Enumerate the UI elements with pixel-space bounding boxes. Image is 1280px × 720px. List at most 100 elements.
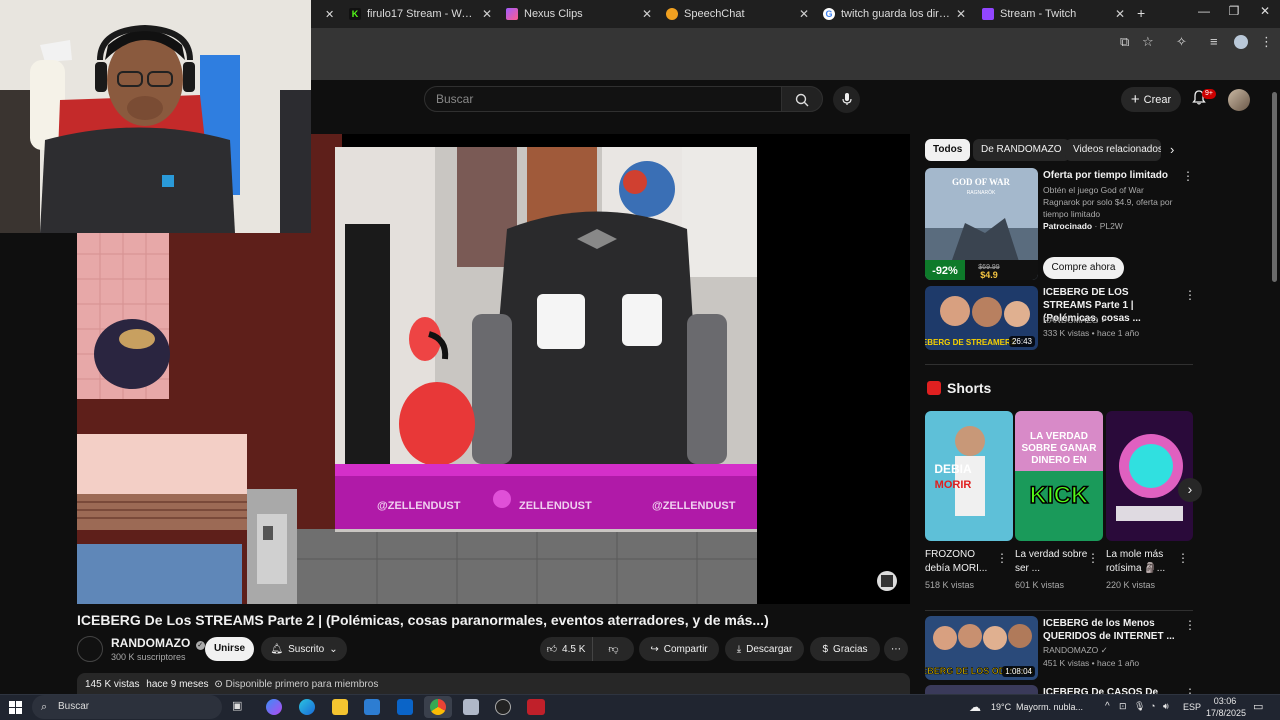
bell-icon: 🔔︎: [270, 643, 284, 655]
dislike-button[interactable]: 👎︎: [592, 637, 634, 661]
ad-sponsor-line: Patrocinado · PL2W: [1043, 221, 1123, 231]
kebab-menu-icon[interactable]: ⋮: [1087, 551, 1099, 565]
webcam-overlay: [0, 0, 311, 233]
new-tab-button[interactable]: +: [1137, 5, 1145, 21]
webcam-feed: [0, 0, 311, 233]
tab-label: Nexus Clips: [524, 8, 583, 20]
browser-tab-twitch[interactable]: Stream - Twitch ✕: [976, 3, 1131, 25]
download-icon: ⤓: [736, 643, 742, 655]
short-thumbnail[interactable]: LA VERDAD SOBRE GANAR DINERO EN KICK: [1015, 411, 1103, 541]
edge-icon[interactable]: [299, 699, 315, 715]
outlook-icon[interactable]: [397, 699, 413, 715]
more-horizontal-icon: ⋯: [891, 643, 901, 655]
browser-tab-speechchat[interactable]: SpeechChat ✕: [660, 3, 815, 25]
clock-time[interactable]: 03:06: [1205, 696, 1245, 706]
close-icon[interactable]: ✕: [482, 7, 492, 21]
related-video-title[interactable]: ICEBERG De CASOS De: [1043, 686, 1178, 694]
minimize-button[interactable]: —: [1189, 4, 1219, 18]
browser-tab-partial[interactable]: ✕: [311, 3, 341, 25]
search-input[interactable]: Buscar: [424, 86, 782, 112]
close-icon[interactable]: ✕: [956, 7, 966, 21]
close-icon[interactable]: ✕: [799, 7, 809, 21]
browser-tab-google-search[interactable]: G twitch guarda los directos - Bu ✕: [817, 3, 972, 25]
related-video-title[interactable]: ICEBERG de los Menos QUERIDOS de INTERNE…: [1043, 617, 1178, 643]
file-explorer-icon[interactable]: [332, 699, 348, 715]
weather-description[interactable]: Mayorm. nubla...: [1016, 702, 1083, 712]
user-avatar[interactable]: [1228, 89, 1250, 111]
close-icon[interactable]: ✕: [642, 7, 652, 21]
shorts-next-button[interactable]: ›: [1178, 478, 1202, 502]
ad-advertiser: PL2W: [1099, 221, 1123, 231]
create-button[interactable]: + Crear: [1121, 87, 1181, 112]
weather-temp[interactable]: 19°C: [991, 702, 1011, 712]
app-icon[interactable]: [463, 699, 479, 715]
more-actions-button[interactable]: ⋯: [884, 637, 908, 661]
chevron-right-icon[interactable]: ›: [1170, 142, 1174, 157]
browser-tab-nexus-clips[interactable]: Nexus Clips ✕: [500, 3, 658, 25]
ad-thumb-sub: RAGNARÖK: [967, 189, 996, 196]
page-scrollbar[interactable]: [1272, 92, 1277, 282]
chip-all[interactable]: Todos: [925, 139, 971, 161]
ad-cta-button[interactable]: Compre ahora: [1043, 257, 1124, 279]
kebab-menu-icon[interactable]: ⋮: [996, 551, 1008, 565]
like-button[interactable]: 👍︎ 4.5 K: [540, 637, 592, 661]
profile-icon[interactable]: [1234, 35, 1248, 49]
volume-icon[interactable]: 🔊︎: [1163, 701, 1169, 712]
short-title[interactable]: La mole más rotísima 🗿...: [1106, 548, 1181, 576]
subscribed-button[interactable]: 🔔︎ Suscrito ⌄: [261, 637, 347, 661]
reading-list-icon[interactable]: ≡: [1210, 34, 1218, 49]
chip-related[interactable]: Videos relacionados: [1065, 139, 1161, 161]
kebab-menu-icon[interactable]: ⋮: [1184, 288, 1196, 302]
related-video-thumbnail[interactable]: ICEBERG DE STREAMERS 26:43: [925, 286, 1038, 350]
taskbar-search-input[interactable]: ⌕ Buscar: [32, 695, 222, 719]
close-window-button[interactable]: ✕: [1250, 4, 1280, 18]
tab-label: SpeechChat: [684, 8, 745, 20]
share-button[interactable]: ↪ Compartir: [639, 637, 719, 661]
ad-thumbnail-art: GOD OF WAR RAGNARÖK -92% $69.99 $4.9: [925, 168, 1038, 280]
cast-icon[interactable]: ⧉: [1120, 34, 1129, 50]
thumbs-down-icon: 👎︎: [608, 644, 619, 655]
extensions-icon[interactable]: ✧: [1176, 34, 1187, 50]
kebab-menu-icon[interactable]: ⋮: [1182, 169, 1194, 183]
streaming-app-icon[interactable]: [527, 699, 545, 715]
chrome-icon[interactable]: [430, 699, 446, 715]
short-thumbnail[interactable]: [1106, 411, 1193, 541]
copilot-icon[interactable]: [266, 699, 282, 715]
browser-tab-kick[interactable]: K firulo17 Stream - Watch Live o ✕: [343, 3, 498, 25]
restore-button[interactable]: ❐: [1219, 4, 1249, 18]
kebab-menu-icon[interactable]: ⋮: [1184, 686, 1196, 694]
network-icon[interactable]: ⊡: [1119, 701, 1127, 712]
windows-start-icon[interactable]: [9, 701, 22, 714]
ad-title[interactable]: Oferta por tiempo limitado: [1043, 169, 1178, 182]
channel-name-text: RANDOMAZO: [111, 636, 191, 650]
kebab-menu-icon[interactable]: ⋮: [1184, 618, 1196, 632]
close-icon[interactable]: ✕: [325, 8, 334, 21]
store-icon[interactable]: [364, 699, 380, 715]
chip-from-channel[interactable]: De RANDOMAZO: [973, 139, 1070, 161]
short-thumbnail[interactable]: DEBIA MORIR: [925, 411, 1013, 541]
menu-kebab-icon[interactable]: ⋮: [1260, 34, 1273, 50]
channel-avatar[interactable]: [77, 636, 103, 662]
related-video-thumbnail[interactable]: ICEBERG DE LOS ODIADOS 1:08:04: [925, 616, 1038, 680]
kebab-menu-icon[interactable]: ⋮: [1177, 551, 1189, 565]
tray-overflow-icon[interactable]: ^: [1105, 701, 1110, 712]
task-view-icon[interactable]: ▣: [232, 699, 248, 715]
notification-center-icon[interactable]: ▭: [1253, 700, 1263, 713]
wifi-icon[interactable]: ◔: [1150, 701, 1155, 711]
language-indicator[interactable]: ESP: [1183, 702, 1201, 712]
close-icon[interactable]: ✕: [1115, 7, 1125, 21]
thanks-button[interactable]: $ Gracias: [810, 637, 880, 661]
short-title[interactable]: FROZONO debía MORI...: [925, 548, 1000, 576]
bookmark-star-icon[interactable]: ☆: [1142, 34, 1154, 50]
join-button[interactable]: Unirse: [205, 637, 254, 661]
search-button[interactable]: [781, 86, 823, 112]
voice-search-button[interactable]: [833, 86, 860, 113]
microphone-tray-icon[interactable]: 🎙︎: [1134, 701, 1145, 712]
related-video-thumbnail[interactable]: [925, 685, 1038, 694]
ad-thumbnail[interactable]: GOD OF WAR RAGNARÖK -92% $69.99 $4.9: [925, 168, 1038, 280]
obs-icon[interactable]: [495, 699, 511, 715]
short-title[interactable]: La verdad sobre ser ...: [1015, 548, 1090, 576]
channel-name[interactable]: RANDOMAZO ✓: [111, 636, 205, 650]
clock-date[interactable]: 17/8/2025: [1204, 708, 1248, 718]
download-button[interactable]: ⤓ Descargar: [725, 637, 804, 661]
